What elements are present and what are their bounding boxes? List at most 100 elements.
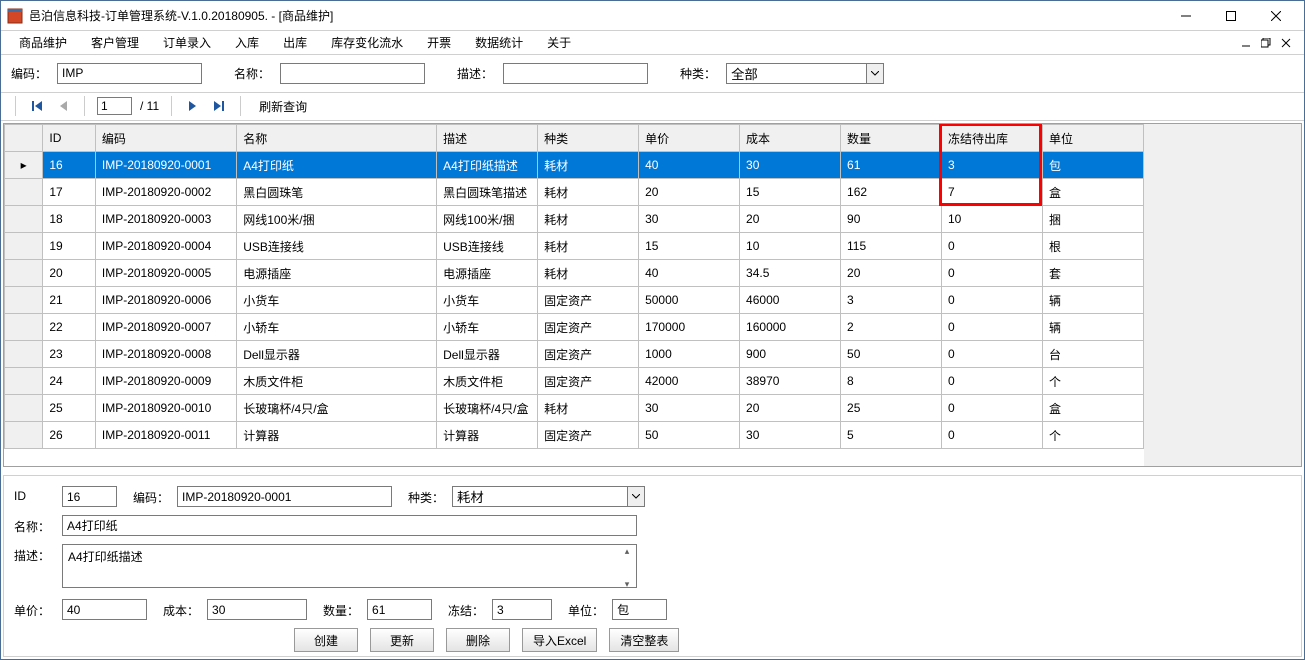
row-header[interactable] [5, 233, 43, 260]
cell-unit[interactable]: 辆 [1042, 314, 1143, 341]
cell-code[interactable]: IMP-20180920-0007 [95, 314, 236, 341]
minimize-button[interactable] [1163, 1, 1208, 30]
cell-freeze[interactable]: 0 [941, 314, 1042, 341]
col-qty[interactable]: 数量 [841, 125, 942, 152]
table-row[interactable]: 18IMP-20180920-0003网线100米/捆网线100米/捆耗材302… [5, 206, 1144, 233]
cell-freeze[interactable]: 7 [941, 179, 1042, 206]
cell-cost[interactable]: 160000 [740, 314, 841, 341]
cell-code[interactable]: IMP-20180920-0001 [95, 152, 236, 179]
pager-refresh-button[interactable]: 刷新查询 [253, 96, 313, 117]
cell-price[interactable]: 20 [639, 179, 740, 206]
cell-cost[interactable]: 20 [740, 395, 841, 422]
table-row[interactable]: 17IMP-20180920-0002黑白圆珠笔黑白圆珠笔描述耗材2015162… [5, 179, 1144, 206]
filter-code-input[interactable] [57, 63, 202, 84]
cell-id[interactable]: 17 [43, 179, 96, 206]
cell-qty[interactable]: 90 [841, 206, 942, 233]
detail-cat-combo[interactable] [452, 486, 645, 507]
cell-code[interactable]: IMP-20180920-0004 [95, 233, 236, 260]
import-excel-button[interactable]: 导入Excel [522, 628, 597, 652]
menu-product[interactable]: 商品维护 [9, 31, 77, 54]
cell-cat[interactable]: 耗材 [538, 179, 639, 206]
cell-name[interactable]: 电源插座 [237, 260, 437, 287]
pager-last-icon[interactable] [210, 97, 228, 115]
cell-name[interactable]: Dell显示器 [237, 341, 437, 368]
col-unit[interactable]: 单位 [1042, 125, 1143, 152]
cell-name[interactable]: 小轿车 [237, 314, 437, 341]
cell-qty[interactable]: 8 [841, 368, 942, 395]
cell-code[interactable]: IMP-20180920-0009 [95, 368, 236, 395]
close-button[interactable] [1253, 1, 1298, 30]
row-header[interactable] [5, 206, 43, 233]
table-row[interactable]: ▸16IMP-20180920-0001A4打印纸A4打印纸描述耗材403061… [5, 152, 1144, 179]
menu-stockflow[interactable]: 库存变化流水 [321, 31, 413, 54]
cell-cat[interactable]: 固定资产 [538, 341, 639, 368]
detail-unit-input[interactable] [612, 599, 667, 620]
cell-code[interactable]: IMP-20180920-0010 [95, 395, 236, 422]
cell-unit[interactable]: 个 [1042, 422, 1143, 449]
cell-name[interactable]: A4打印纸 [237, 152, 437, 179]
cell-freeze[interactable]: 0 [941, 260, 1042, 287]
cell-qty[interactable]: 50 [841, 341, 942, 368]
detail-code-input[interactable] [177, 486, 392, 507]
cell-qty[interactable]: 2 [841, 314, 942, 341]
cell-cost[interactable]: 900 [740, 341, 841, 368]
cell-unit[interactable]: 根 [1042, 233, 1143, 260]
cell-qty[interactable]: 115 [841, 233, 942, 260]
col-price[interactable]: 单价 [639, 125, 740, 152]
clear-table-button[interactable]: 清空整表 [609, 628, 679, 652]
pager-next-icon[interactable] [184, 97, 202, 115]
cell-price[interactable]: 50000 [639, 287, 740, 314]
cell-name[interactable]: 计算器 [237, 422, 437, 449]
cell-desc[interactable]: 长玻璃杯/4只/盒 [437, 395, 538, 422]
cell-code[interactable]: IMP-20180920-0005 [95, 260, 236, 287]
table-row[interactable]: 20IMP-20180920-0005电源插座电源插座耗材4034.5200套 [5, 260, 1144, 287]
cell-cat[interactable]: 固定资产 [538, 368, 639, 395]
cell-desc[interactable]: USB连接线 [437, 233, 538, 260]
cell-cost[interactable]: 46000 [740, 287, 841, 314]
cell-freeze[interactable]: 0 [941, 422, 1042, 449]
cell-cat[interactable]: 耗材 [538, 152, 639, 179]
filter-cat-combo[interactable] [726, 63, 884, 84]
cell-qty[interactable]: 20 [841, 260, 942, 287]
col-code[interactable]: 编码 [95, 125, 236, 152]
cell-price[interactable]: 40 [639, 152, 740, 179]
col-freeze[interactable]: 冻结待出库 [941, 125, 1042, 152]
cell-freeze[interactable]: 10 [941, 206, 1042, 233]
detail-id-input[interactable] [62, 486, 117, 507]
mdi-minimize-icon[interactable] [1236, 35, 1256, 51]
col-id[interactable]: ID [43, 125, 96, 152]
table-row[interactable]: 23IMP-20180920-0008Dell显示器Dell显示器固定资产100… [5, 341, 1144, 368]
mdi-close-icon[interactable] [1276, 35, 1296, 51]
menu-outbound[interactable]: 出库 [273, 31, 317, 54]
cell-price[interactable]: 170000 [639, 314, 740, 341]
cell-cost[interactable]: 10 [740, 233, 841, 260]
col-name[interactable]: 名称 [237, 125, 437, 152]
cell-code[interactable]: IMP-20180920-0006 [95, 287, 236, 314]
col-cost[interactable]: 成本 [740, 125, 841, 152]
col-cat[interactable]: 种类 [538, 125, 639, 152]
cell-freeze[interactable]: 3 [941, 152, 1042, 179]
cell-cat[interactable]: 固定资产 [538, 314, 639, 341]
menu-invoice[interactable]: 开票 [417, 31, 461, 54]
cell-unit[interactable]: 包 [1042, 152, 1143, 179]
cell-price[interactable]: 15 [639, 233, 740, 260]
cell-code[interactable]: IMP-20180920-0002 [95, 179, 236, 206]
cell-id[interactable]: 23 [43, 341, 96, 368]
cell-qty[interactable]: 3 [841, 287, 942, 314]
cell-id[interactable]: 20 [43, 260, 96, 287]
table-row[interactable]: 26IMP-20180920-0011计算器计算器固定资产503050个 [5, 422, 1144, 449]
maximize-button[interactable] [1208, 1, 1253, 30]
filter-name-input[interactable] [280, 63, 425, 84]
menu-customer[interactable]: 客户管理 [81, 31, 149, 54]
cell-qty[interactable]: 162 [841, 179, 942, 206]
menu-stats[interactable]: 数据统计 [465, 31, 533, 54]
create-button[interactable]: 创建 [294, 628, 358, 652]
cell-freeze[interactable]: 0 [941, 287, 1042, 314]
cell-id[interactable]: 16 [43, 152, 96, 179]
cell-cost[interactable]: 15 [740, 179, 841, 206]
cell-name[interactable]: 长玻璃杯/4只/盒 [237, 395, 437, 422]
cell-desc[interactable]: A4打印纸描述 [437, 152, 538, 179]
cell-cost[interactable]: 30 [740, 152, 841, 179]
cell-id[interactable]: 25 [43, 395, 96, 422]
row-header[interactable] [5, 341, 43, 368]
